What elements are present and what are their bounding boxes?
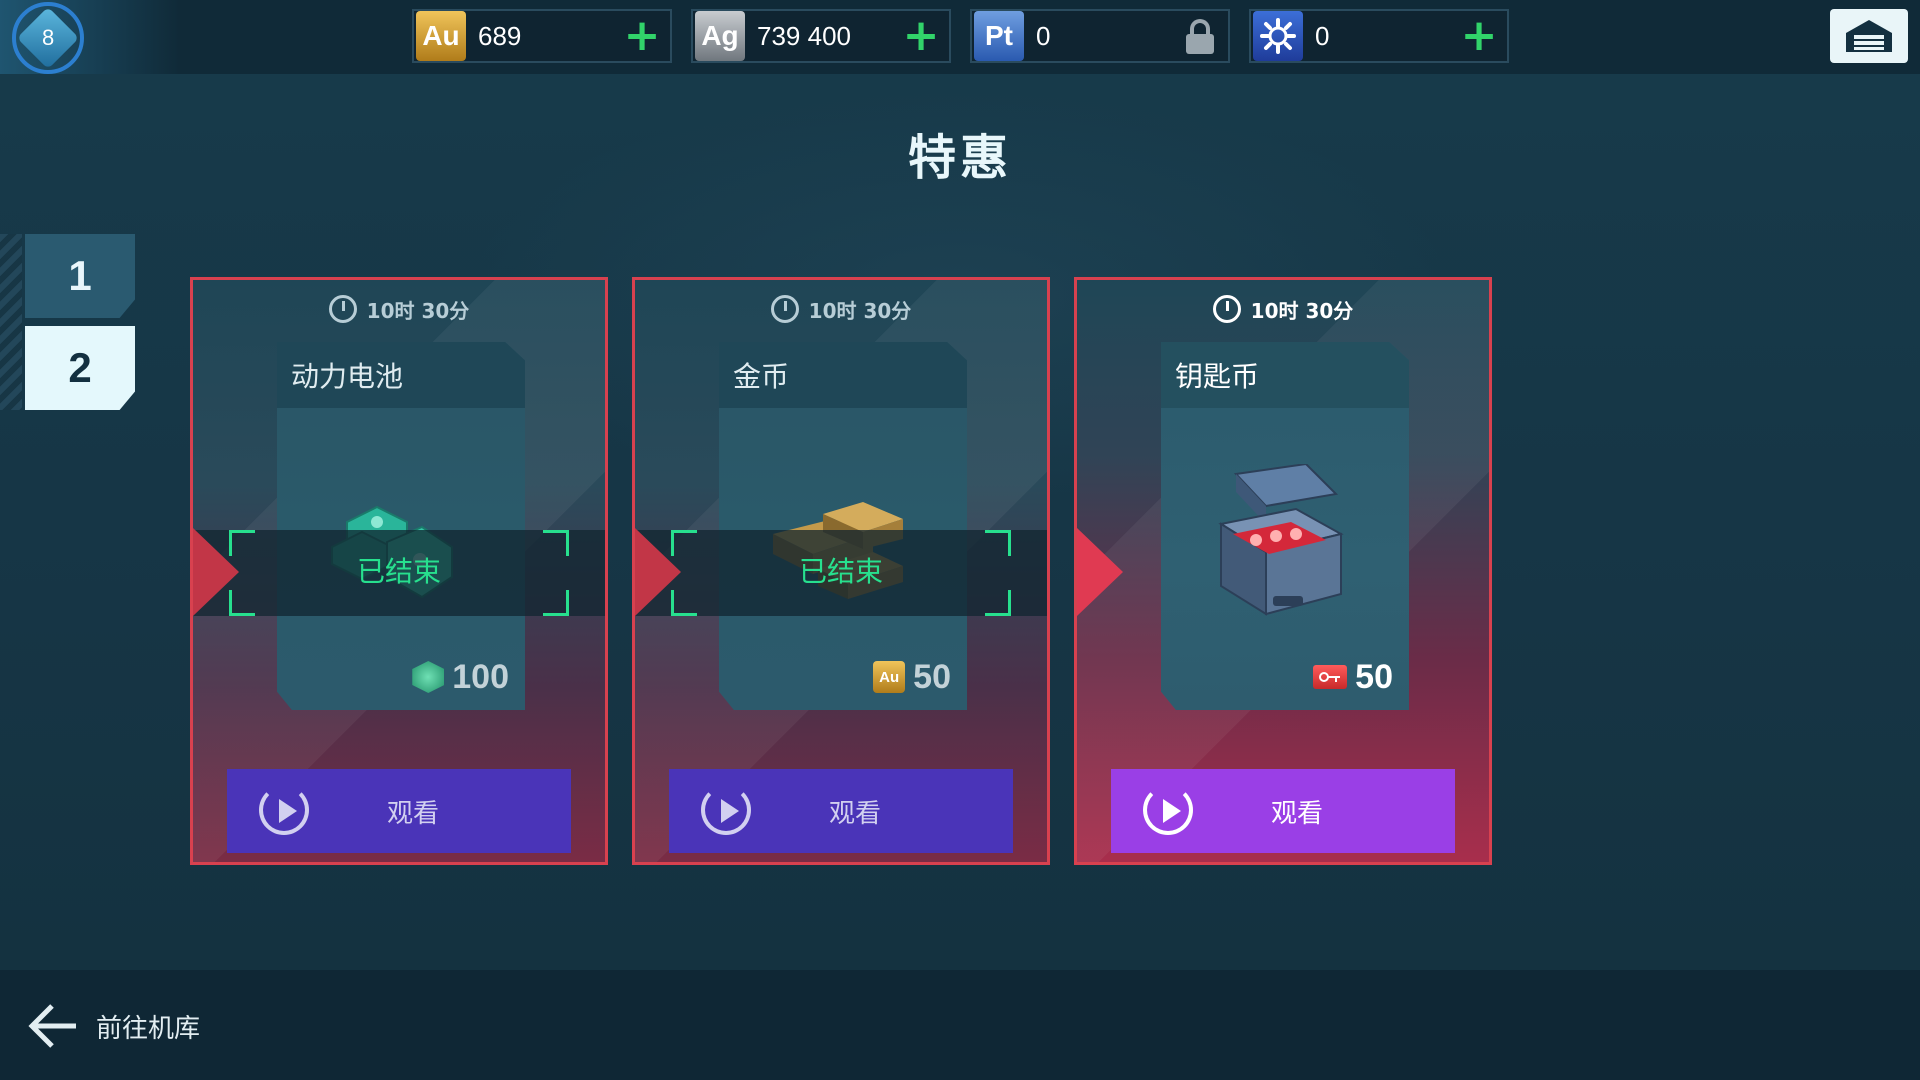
- player-level: 8: [41, 25, 55, 50]
- clock-icon: [328, 295, 357, 323]
- page-tab-2[interactable]: 2: [25, 326, 135, 410]
- back-label: 前往机库: [96, 1013, 201, 1044]
- platinum-amount: 0: [1036, 20, 1051, 51]
- bottom-bar: [0, 970, 1920, 1080]
- replay-play-icon: [255, 781, 315, 841]
- item-price: 100: [412, 654, 509, 700]
- watch-label: 观看: [1270, 798, 1323, 829]
- currency-gold: Au 689 +: [412, 9, 672, 63]
- gear-amount: 0: [1315, 20, 1330, 51]
- currency-silver: Ag 739 400 +: [691, 9, 951, 63]
- timer-text: 10时 30分: [1250, 298, 1354, 323]
- lock-icon[interactable]: [1182, 16, 1218, 56]
- item-box: 金币 Au 50: [719, 342, 967, 710]
- garage-button[interactable]: [1830, 9, 1908, 63]
- price-value: 50: [913, 657, 951, 696]
- item-price: 50: [1313, 654, 1393, 700]
- level-diamond-icon: 8: [16, 6, 80, 70]
- level-ring: 8: [12, 2, 84, 74]
- page-title: 特惠: [907, 130, 1012, 186]
- platinum-pt-icon: Pt: [974, 11, 1024, 61]
- top-bar: 8 Au 689 + Ag 739 400 + Pt 0 0 +: [0, 0, 1920, 74]
- offer-timer: 10时 30分: [635, 292, 1047, 326]
- clock-icon: [770, 295, 799, 323]
- item-price: Au 50: [873, 654, 951, 700]
- page-tab-1[interactable]: 1: [25, 234, 135, 318]
- key-chest-image: [1218, 464, 1344, 616]
- watch-ad-button[interactable]: 观看: [1111, 769, 1455, 853]
- key-icon: [1313, 665, 1348, 689]
- replay-play-icon: [697, 781, 757, 841]
- watch-label: 观看: [386, 798, 439, 829]
- price-value: 50: [1355, 657, 1393, 696]
- gold-au-icon: Au: [873, 661, 906, 693]
- arrow-left-icon: [28, 1004, 76, 1048]
- timer-text: 10时 30分: [808, 298, 912, 323]
- ended-label: 已结束: [798, 555, 883, 588]
- offer-card-gold: 10时 30分 金币 Au 50 已结束 观看: [632, 277, 1050, 865]
- replay-play-icon: [1139, 781, 1199, 841]
- silver-ag-icon: Ag: [695, 11, 745, 61]
- tab-stripes-decoration: [0, 234, 22, 410]
- add-silver-button[interactable]: +: [901, 14, 941, 58]
- add-gold-button[interactable]: +: [622, 14, 662, 58]
- timer-text: 10时 30分: [366, 298, 470, 323]
- item-box: 动力电池 100: [277, 342, 525, 710]
- item-name: 钥匙币: [1161, 342, 1409, 408]
- gear-icon: [1253, 11, 1303, 61]
- watch-label: 观看: [828, 798, 881, 829]
- item-name: 动力电池: [277, 342, 525, 408]
- arrow-right-icon: [193, 528, 239, 616]
- offer-timer: 10时 30分: [1077, 292, 1489, 326]
- gold-au-icon: Au: [416, 11, 466, 61]
- battery-gem-icon: [412, 661, 445, 693]
- watch-ad-button[interactable]: 观看: [669, 769, 1013, 853]
- add-gear-button[interactable]: +: [1459, 14, 1499, 58]
- watch-ad-button[interactable]: 观看: [227, 769, 571, 853]
- price-value: 100: [452, 657, 509, 696]
- item-box: 钥匙币 50: [1161, 342, 1409, 710]
- back-to-hangar-button[interactable]: 前往机库: [26, 1000, 200, 1052]
- silver-amount: 739 400: [757, 20, 851, 51]
- arrow-right-icon: [635, 528, 681, 616]
- currency-gear: 0 +: [1249, 9, 1509, 63]
- arrow-right-icon: [1077, 528, 1123, 616]
- offer-card-keys: 10时 30分 钥匙币 50 观看: [1074, 277, 1492, 865]
- player-level-panel[interactable]: 8: [0, 0, 180, 74]
- item-name: 金币: [719, 342, 967, 408]
- gold-amount: 689: [478, 20, 522, 51]
- ended-label: 已结束: [356, 555, 441, 588]
- offer-card-battery: 10时 30分 动力电池 100 已结束 观看: [190, 277, 608, 865]
- garage-icon: [1846, 20, 1892, 52]
- offer-timer: 10时 30分: [193, 292, 605, 326]
- clock-icon: [1212, 295, 1241, 323]
- currency-platinum: Pt 0: [970, 9, 1230, 63]
